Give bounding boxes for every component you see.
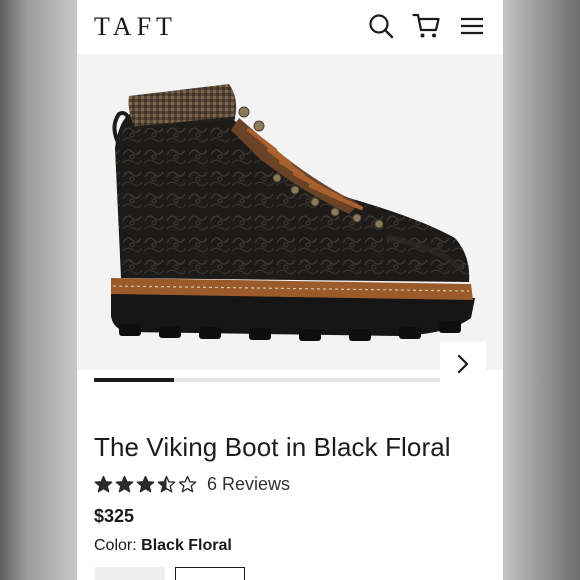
rating-row: 6 Reviews: [94, 474, 290, 495]
search-icon[interactable]: [367, 12, 395, 40]
star-full-icon: [115, 475, 134, 494]
star-rating: [94, 475, 197, 494]
site-header: TAFT: [77, 0, 503, 54]
reviews-link[interactable]: 6 Reviews: [207, 474, 290, 495]
star-full-icon: [94, 475, 113, 494]
selected-color-value: Black Floral: [141, 537, 232, 554]
menu-icon[interactable]: [458, 12, 486, 40]
product-price: $325: [94, 506, 135, 526]
product-image: [111, 84, 475, 341]
star-empty-icon: [178, 475, 197, 494]
background-left: [0, 0, 77, 580]
brand-logo[interactable]: TAFT: [94, 12, 177, 42]
product-page: TAFT The Viking Boot in Black Floral 6 R…: [77, 0, 503, 580]
star-half-icon: [157, 475, 176, 494]
gallery-progress-fill: [94, 378, 174, 382]
color-swatch-selected[interactable]: [175, 567, 245, 580]
product-title: The Viking Boot in Black Floral: [94, 432, 451, 462]
next-image-button[interactable]: [440, 342, 486, 386]
chevron-right-icon: [457, 354, 469, 374]
product-image-gallery[interactable]: [77, 54, 503, 386]
color-selection-label: Color: Black Floral: [94, 537, 232, 555]
color-label: Color:: [94, 537, 137, 554]
star-full-icon: [136, 475, 155, 494]
background-right: [503, 0, 580, 580]
cart-icon[interactable]: [412, 12, 440, 40]
color-swatch[interactable]: [95, 567, 165, 580]
gallery-progress-track: [94, 378, 440, 382]
